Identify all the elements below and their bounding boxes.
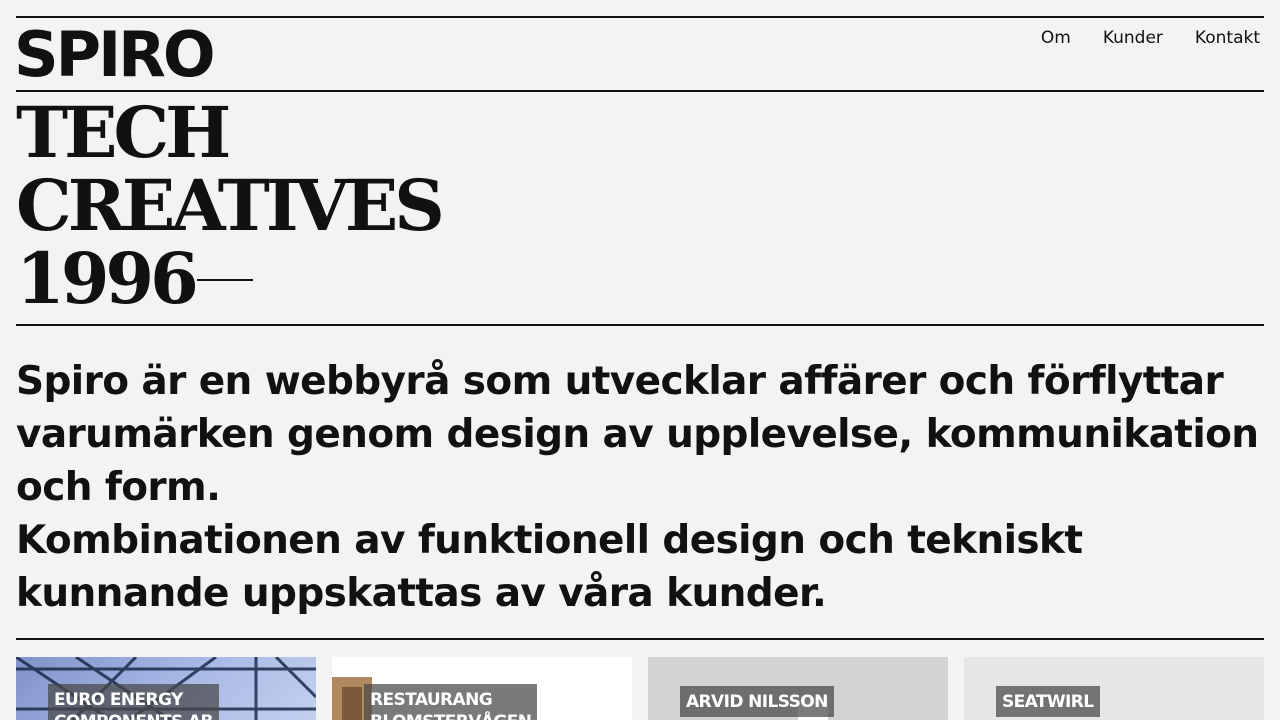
client-card-title: RESTAURANG BLOMSTERVÅGEN (364, 684, 538, 720)
hero-line-3: 1996 (16, 242, 441, 315)
nav-item-om[interactable]: Om (1041, 28, 1071, 48)
hero-rule (16, 324, 1264, 326)
client-cards: EURO ENERGY COMPONENTS AB RESTAURANG BLO… (16, 657, 1264, 720)
intro-text: Spiro är en webbyrå som utvecklar affäre… (16, 355, 1264, 620)
client-card-title: EURO ENERGY COMPONENTS AB (48, 684, 219, 720)
client-card-title: ARVID NILSSON (680, 686, 834, 717)
client-card-euro-energy[interactable]: EURO ENERGY COMPONENTS AB (16, 657, 316, 720)
nav-item-kontakt[interactable]: Kontakt (1195, 28, 1260, 48)
intro-rule (16, 638, 1264, 640)
hero-line-2: CREATIVES (16, 164, 445, 247)
hero-year: 1996 (16, 237, 199, 320)
intro-paragraph-2: Kombinationen av funktionell design och … (16, 518, 1083, 616)
nav-item-kunder[interactable]: Kunder (1103, 28, 1163, 48)
client-card-arvid-nilsson[interactable]: ARVID NILSSON (648, 657, 948, 720)
client-card-title: SEATWIRL (996, 686, 1100, 717)
intro-paragraph-1: Spiro är en webbyrå som utvecklar affäre… (16, 359, 1259, 510)
main-nav: Om Kunder Kontakt (1041, 28, 1260, 48)
hero-line-1: TECH (16, 91, 231, 174)
client-card-seatwirl[interactable]: SEATWIRL (964, 657, 1264, 720)
logo[interactable]: SPIRO (14, 22, 216, 88)
client-card-restaurang[interactable]: RESTAURANG BLOMSTERVÅGEN (332, 657, 632, 720)
dash-decoration (196, 279, 253, 281)
hero-heading: TECH CREATIVES 1996 (16, 91, 445, 315)
